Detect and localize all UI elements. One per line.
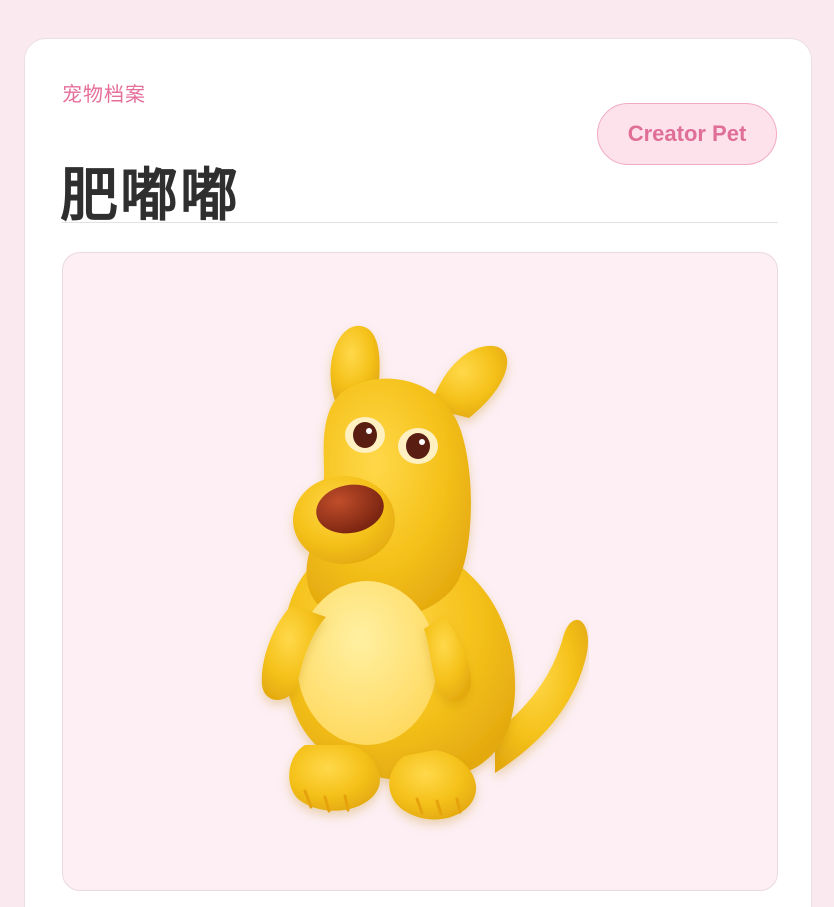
profile-page: 宠物档案 肥嘟嘟 Creator Pet — [0, 0, 834, 907]
section-label: 宠物档案 — [62, 82, 146, 106]
pet-profile-card: 宠物档案 肥嘟嘟 Creator Pet — [24, 38, 812, 907]
pet-name: 肥嘟嘟 — [60, 160, 241, 229]
pet-body — [282, 378, 516, 781]
kangaroo-pet-illustration — [261, 325, 589, 820]
creator-pet-badge: Creator Pet — [597, 103, 777, 165]
pet-image-panel — [62, 252, 778, 891]
header-divider — [62, 222, 778, 223]
